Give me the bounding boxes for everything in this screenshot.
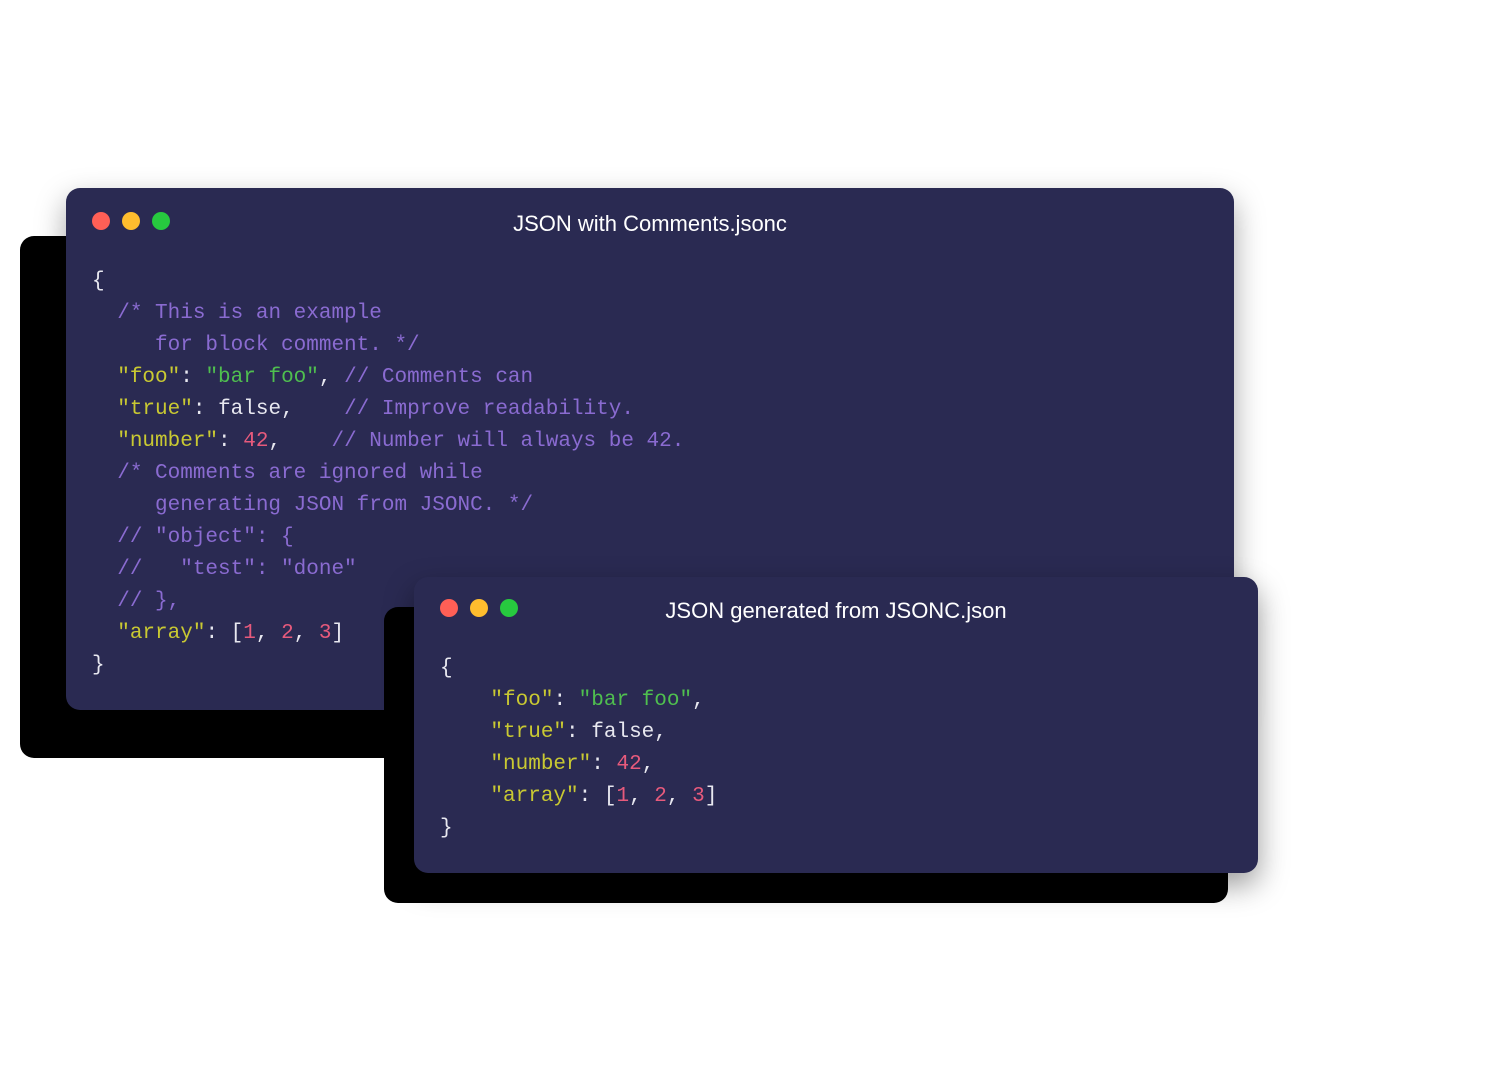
traffic-lights xyxy=(440,599,518,617)
token-pad xyxy=(92,334,155,357)
token-punct: , xyxy=(281,398,344,421)
token-pad xyxy=(440,689,490,712)
code-line: "number": 42, // Number will always be 4… xyxy=(92,426,1208,458)
token-pad xyxy=(92,398,117,421)
token-punct: } xyxy=(440,817,453,840)
token-bool: false xyxy=(591,721,654,744)
token-num: 1 xyxy=(616,785,629,808)
token-punct: { xyxy=(92,270,105,293)
token-key: "number" xyxy=(490,753,591,776)
token-key: "true" xyxy=(117,398,193,421)
token-pad xyxy=(92,590,117,613)
traffic-lights xyxy=(92,212,170,230)
token-comment: // Comments can xyxy=(344,366,533,389)
code-line: for block comment. */ xyxy=(92,330,1208,362)
token-punct: : xyxy=(180,366,205,389)
token-key: "foo" xyxy=(117,366,180,389)
token-pad xyxy=(92,462,117,485)
code-line: } xyxy=(440,813,1232,845)
token-key: "number" xyxy=(117,430,218,453)
token-punct: : xyxy=(218,430,243,453)
token-comment: // "test": "done" xyxy=(117,558,356,581)
minimize-icon[interactable] xyxy=(470,599,488,617)
token-comment: for block comment. */ xyxy=(155,334,420,357)
token-comment: /* This is an example xyxy=(117,302,382,325)
token-comment: // Improve readability. xyxy=(344,398,634,421)
token-comment: // "object": { xyxy=(117,526,293,549)
token-pad xyxy=(92,558,117,581)
code-line: "true": false, xyxy=(440,717,1232,749)
token-pad xyxy=(440,785,490,808)
token-punct: : xyxy=(193,398,218,421)
code-line: "foo": "bar foo", // Comments can xyxy=(92,362,1208,394)
token-comment: // Number will always be 42. xyxy=(332,430,685,453)
code-line: "number": 42, xyxy=(440,749,1232,781)
zoom-icon[interactable] xyxy=(500,599,518,617)
token-num: 3 xyxy=(319,622,332,645)
token-num: 2 xyxy=(654,785,667,808)
token-punct: : [ xyxy=(579,785,617,808)
code-line: { xyxy=(440,653,1232,685)
token-bool: false xyxy=(218,398,281,421)
code-line: /* This is an example xyxy=(92,298,1208,330)
token-str: "bar foo" xyxy=(205,366,318,389)
token-key: "array" xyxy=(117,622,205,645)
token-punct: , xyxy=(667,785,692,808)
token-comment: // }, xyxy=(117,590,180,613)
code-line: /* Comments are ignored while xyxy=(92,458,1208,490)
token-punct: : xyxy=(591,753,616,776)
token-pad xyxy=(440,721,490,744)
token-punct: { xyxy=(440,657,453,680)
code-line: "true": false, // Improve readability. xyxy=(92,394,1208,426)
close-icon[interactable] xyxy=(440,599,458,617)
token-punct: , xyxy=(268,430,331,453)
token-punct: : xyxy=(553,689,578,712)
token-pad xyxy=(92,430,117,453)
token-key: "foo" xyxy=(490,689,553,712)
zoom-icon[interactable] xyxy=(152,212,170,230)
token-num: 1 xyxy=(243,622,256,645)
token-key: "true" xyxy=(490,721,566,744)
titlebar: JSON with Comments.jsonc xyxy=(92,210,1208,238)
code-line: // "object": { xyxy=(92,522,1208,554)
token-punct: : [ xyxy=(205,622,243,645)
close-icon[interactable] xyxy=(92,212,110,230)
titlebar: JSON generated from JSONC.json xyxy=(440,597,1232,625)
window-title: JSON generated from JSONC.json xyxy=(440,597,1232,623)
token-pad xyxy=(92,494,155,517)
token-comment: /* Comments are ignored while xyxy=(117,462,482,485)
token-pad xyxy=(92,302,117,325)
token-punct: ] xyxy=(705,785,718,808)
code-block: { "foo": "bar foo", "true": false, "numb… xyxy=(440,653,1232,845)
minimize-icon[interactable] xyxy=(122,212,140,230)
token-key: "array" xyxy=(490,785,578,808)
token-punct: , xyxy=(692,689,705,712)
token-punct: ] xyxy=(332,622,345,645)
code-line: "foo": "bar foo", xyxy=(440,685,1232,717)
token-str: "bar foo" xyxy=(579,689,692,712)
token-punct: , xyxy=(654,721,667,744)
token-pad xyxy=(92,366,117,389)
token-punct: , xyxy=(294,622,319,645)
stage: JSON with Comments.jsonc { /* This is an… xyxy=(0,0,1488,1081)
token-num: 42 xyxy=(616,753,641,776)
token-punct: } xyxy=(92,654,105,677)
token-punct: , xyxy=(256,622,281,645)
editor-window-json: JSON generated from JSONC.json { "foo": … xyxy=(414,577,1258,873)
code-line: "array": [1, 2, 3] xyxy=(440,781,1232,813)
token-pad xyxy=(440,753,490,776)
token-punct: : xyxy=(566,721,591,744)
code-line: generating JSON from JSONC. */ xyxy=(92,490,1208,522)
token-punct: , xyxy=(642,753,655,776)
token-punct: , xyxy=(319,366,344,389)
token-num: 3 xyxy=(692,785,705,808)
token-num: 42 xyxy=(243,430,268,453)
token-num: 2 xyxy=(281,622,294,645)
token-pad xyxy=(92,622,117,645)
window-title: JSON with Comments.jsonc xyxy=(92,210,1208,236)
token-punct: , xyxy=(629,785,654,808)
token-pad xyxy=(92,526,117,549)
code-line: { xyxy=(92,266,1208,298)
token-comment: generating JSON from JSONC. */ xyxy=(155,494,533,517)
